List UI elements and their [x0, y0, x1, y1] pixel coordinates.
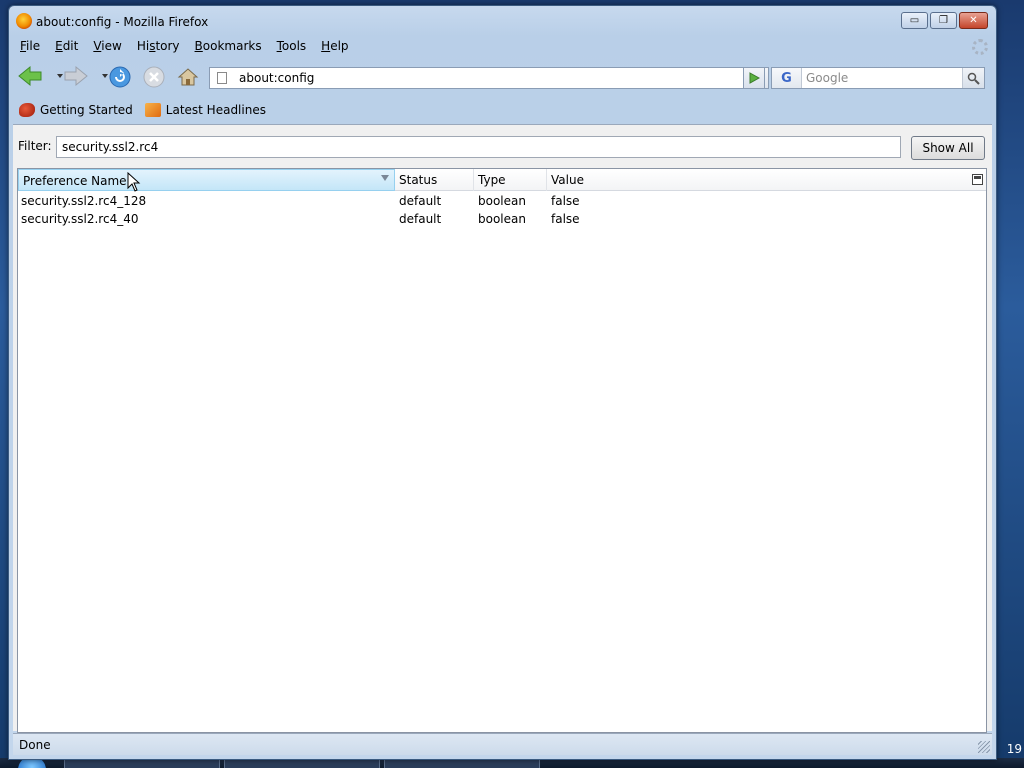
- stop-button[interactable]: [142, 65, 166, 89]
- filter-input[interactable]: security.ssl2.rc4: [56, 136, 901, 158]
- minimize-button[interactable]: ▭: [901, 12, 928, 29]
- maximize-button[interactable]: ❐: [930, 12, 957, 29]
- pref-value: false: [551, 194, 580, 208]
- home-icon: [177, 68, 199, 86]
- column-preference-name[interactable]: Preference Name: [18, 169, 395, 191]
- url-input[interactable]: about:config: [239, 71, 751, 85]
- home-button[interactable]: [176, 65, 200, 89]
- status-text: Done: [19, 738, 51, 752]
- column-label: Preference Name: [23, 174, 127, 188]
- reload-icon: [109, 66, 131, 88]
- location-bar[interactable]: about:config: [209, 67, 769, 89]
- column-value[interactable]: Value: [547, 169, 967, 191]
- config-page: Filter: security.ssl2.rc4 Show All Prefe…: [13, 124, 992, 733]
- taskbar-button[interactable]: [384, 759, 540, 768]
- menu-history[interactable]: History: [130, 39, 188, 53]
- browser-window: about:config - Mozilla Firefox ▭ ❐ ✕ Fil…: [8, 5, 997, 760]
- back-arrow-icon: [18, 65, 42, 87]
- filter-row: Filter: security.ssl2.rc4 Show All: [13, 133, 992, 160]
- column-label: Type: [478, 173, 506, 187]
- bookmarks-toolbar: Getting Started Latest Headlines: [13, 98, 992, 122]
- pref-status: default: [399, 212, 442, 226]
- reload-button[interactable]: [108, 65, 132, 89]
- rss-icon: [144, 103, 161, 117]
- window-controls: ▭ ❐ ✕: [901, 12, 988, 29]
- table-row[interactable]: security.ssl2.rc4_128 default boolean fa…: [18, 192, 986, 210]
- bookmark-getting-started[interactable]: Getting Started: [19, 103, 133, 117]
- taskbar-clock: 19: [1006, 742, 1022, 756]
- firefox-icon: [19, 103, 35, 117]
- bookmark-label: Latest Headlines: [165, 103, 266, 117]
- minimize-icon: ▭: [909, 15, 920, 26]
- close-button[interactable]: ✕: [959, 12, 988, 29]
- search-bar[interactable]: G Google: [771, 67, 985, 89]
- throbber-icon: [972, 39, 988, 55]
- sort-indicator-icon: [381, 175, 389, 181]
- page-icon: [217, 72, 227, 84]
- firefox-icon: [16, 13, 32, 29]
- forward-arrow-icon: [64, 65, 88, 87]
- menu-tools[interactable]: Tools: [270, 39, 315, 53]
- show-all-button[interactable]: Show All: [911, 136, 985, 160]
- pref-value: false: [551, 212, 580, 226]
- menu-edit[interactable]: Edit: [48, 39, 86, 53]
- column-label: Value: [551, 173, 584, 187]
- search-go-button[interactable]: [962, 68, 984, 88]
- pref-type: boolean: [478, 194, 526, 208]
- tree-header: Preference Name Status Type Value: [18, 169, 986, 191]
- pref-name: security.ssl2.rc4_128: [21, 194, 147, 208]
- menu-bar: File Edit View History Bookmarks Tools H…: [13, 36, 992, 56]
- column-picker-icon[interactable]: [972, 174, 983, 185]
- google-icon: G: [781, 70, 792, 86]
- go-button[interactable]: [743, 67, 765, 89]
- menu-help[interactable]: Help: [314, 39, 356, 53]
- resize-grip-icon[interactable]: [978, 741, 990, 753]
- maximize-icon: ❐: [939, 15, 948, 26]
- column-label: Status: [399, 173, 438, 187]
- menu-view[interactable]: View: [86, 39, 129, 53]
- menu-bookmarks[interactable]: Bookmarks: [188, 39, 270, 53]
- menu-file[interactable]: File: [13, 39, 48, 53]
- bookmark-label: Getting Started: [40, 103, 133, 117]
- stop-icon: [143, 66, 165, 88]
- preferences-tree[interactable]: Preference Name Status Type Value securi…: [17, 168, 987, 733]
- search-input[interactable]: Google: [802, 71, 962, 85]
- pref-name: security.ssl2.rc4_40: [21, 212, 139, 226]
- table-row[interactable]: security.ssl2.rc4_40 default boolean fal…: [18, 210, 986, 228]
- title-bar[interactable]: about:config - Mozilla Firefox ▭ ❐ ✕: [9, 6, 996, 36]
- bookmark-latest-headlines[interactable]: Latest Headlines: [144, 103, 266, 117]
- go-arrow-icon: [749, 72, 760, 84]
- pref-status: default: [399, 194, 442, 208]
- navigation-toolbar: about:config G Google: [13, 58, 992, 94]
- column-status[interactable]: Status: [395, 169, 474, 191]
- close-icon: ✕: [969, 15, 978, 26]
- forward-button[interactable]: [63, 65, 89, 87]
- window-title: about:config - Mozilla Firefox: [36, 15, 209, 29]
- filter-label: Filter:: [18, 139, 52, 153]
- pref-type: boolean: [478, 212, 526, 226]
- search-engine-button[interactable]: G: [772, 68, 802, 88]
- column-type[interactable]: Type: [474, 169, 547, 191]
- taskbar-button[interactable]: [224, 759, 380, 768]
- mouse-cursor-icon: [127, 172, 141, 192]
- status-bar: Done: [13, 733, 992, 755]
- search-icon: [967, 72, 980, 85]
- back-button[interactable]: [17, 65, 43, 87]
- taskbar-button[interactable]: [64, 759, 220, 768]
